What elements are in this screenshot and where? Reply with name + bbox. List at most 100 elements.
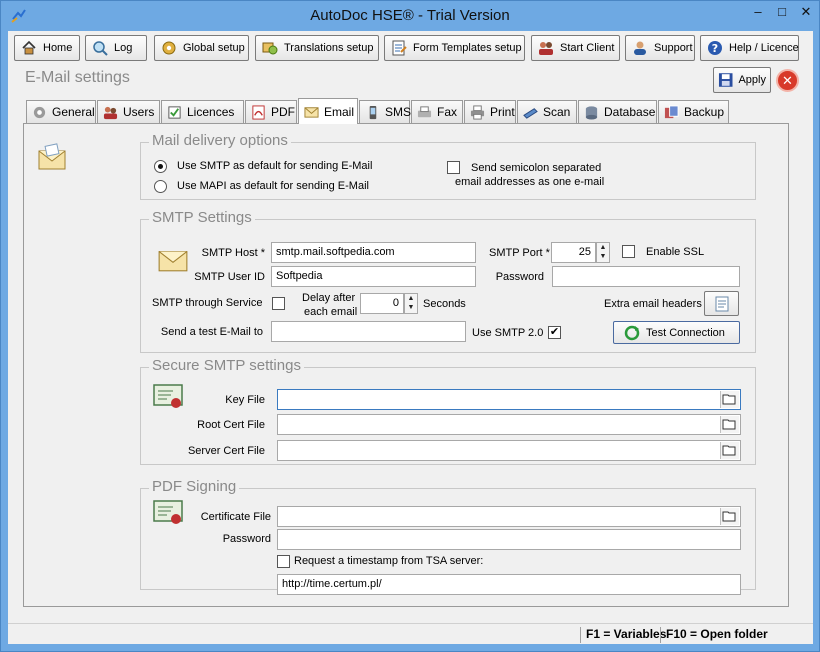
form-templates-setup-label: Form Templates setup <box>413 42 522 54</box>
tab-sms-label: SMS <box>385 105 412 119</box>
certificate-browse-button[interactable] <box>720 508 739 525</box>
smtp-host-input[interactable]: smtp.mail.softpedia.com <box>271 242 476 263</box>
certificate-file-input[interactable] <box>277 506 741 527</box>
tab-email-label: Email <box>324 104 355 119</box>
semicolon-checkbox[interactable] <box>447 161 460 174</box>
server-cert-input[interactable] <box>277 440 741 461</box>
users-icon <box>539 42 553 55</box>
tab-fax-label: Fax <box>437 105 458 119</box>
smtp-password-label: Password <box>495 271 544 283</box>
cancel-button[interactable]: ✕ <box>776 69 799 92</box>
form-templates-setup-button[interactable]: Form Templates setup <box>384 35 525 61</box>
form-template-icon <box>392 40 407 56</box>
smtp-user-input[interactable]: Softpedia <box>271 266 476 287</box>
tab-email[interactable]: Email <box>298 98 358 124</box>
tab-database[interactable]: Database <box>578 100 657 123</box>
smtp-port-spinner[interactable]: ▲ ▼ <box>596 242 610 263</box>
folder-open-icon <box>722 419 736 430</box>
apply-button[interactable]: Apply <box>713 67 771 93</box>
use-smtp2-checkbox[interactable]: ✔ <box>548 326 561 339</box>
client-area: Home Log Global setup Translations setup… <box>8 31 813 644</box>
tab-general-label: General <box>52 105 95 119</box>
log-label: Log <box>114 42 133 54</box>
extra-headers-button[interactable] <box>704 291 739 316</box>
email-settings-panel: Mail delivery options Use SMTP as defaul… <box>23 123 789 607</box>
root-cert-label: Root Cert File <box>197 419 265 431</box>
secure-smtp-group: Secure SMTP settings Key File Root Cert … <box>140 357 756 465</box>
smtp-port-label: SMTP Port * <box>489 247 550 259</box>
home-icon <box>22 40 36 55</box>
database-icon <box>585 105 598 120</box>
global-setup-button[interactable]: Global setup <box>154 35 249 61</box>
tsa-timestamp-label: Request a timestamp from TSA server: <box>294 555 484 567</box>
home-button[interactable]: Home <box>14 35 80 61</box>
tsa-url-input[interactable]: http://time.certum.pl/ <box>277 574 741 595</box>
backup-icon <box>664 104 679 118</box>
start-client-button[interactable]: Start Client <box>531 35 620 61</box>
tab-database-label: Database <box>604 105 656 119</box>
support-button[interactable]: Support <box>625 35 695 61</box>
tab-backup[interactable]: Backup <box>658 100 729 123</box>
pdf-icon <box>252 104 265 120</box>
title-bar[interactable]: AutoDoc HSE® - Trial Version – □ ✕ <box>1 1 819 31</box>
key-file-label: Key File <box>225 394 265 406</box>
mail-delivery-title: Mail delivery options <box>149 132 291 149</box>
secure-smtp-title: Secure SMTP settings <box>149 357 304 374</box>
minimize-button[interactable]: – <box>745 2 771 22</box>
test-connection-button[interactable]: Test Connection <box>613 321 740 344</box>
use-smtp-label: Use SMTP as default for sending E-Mail <box>177 160 373 172</box>
help-icon: ? <box>708 41 722 55</box>
pdf-signing-title: PDF Signing <box>149 478 240 495</box>
pdf-password-input[interactable] <box>277 529 741 550</box>
email-envelope-icon <box>38 143 66 170</box>
smtp-through-service-checkbox[interactable] <box>272 297 285 310</box>
test-connection-label: Test Connection <box>646 326 725 339</box>
use-smtp-radio[interactable] <box>154 160 167 173</box>
tab-pdf[interactable]: PDF <box>245 100 297 123</box>
root-cert-browse-button[interactable] <box>720 416 739 433</box>
log-button[interactable]: Log <box>85 35 147 61</box>
use-smtp2-label: Use SMTP 2.0 <box>472 327 544 339</box>
help-licence-label: Help / Licence <box>729 42 799 54</box>
scroll-document-icon <box>715 296 729 312</box>
key-file-input[interactable] <box>277 389 741 410</box>
tab-general[interactable]: General <box>26 100 96 123</box>
translations-setup-button[interactable]: Translations setup <box>255 35 379 61</box>
delay-label-line1: Delay after <box>302 292 356 304</box>
tab-scan-label: Scan <box>543 105 571 119</box>
tab-licences[interactable]: Licences <box>161 100 244 123</box>
delay-spinner[interactable]: ▲ ▼ <box>404 293 418 314</box>
close-window-button[interactable]: ✕ <box>793 2 819 22</box>
use-mapi-radio[interactable] <box>154 180 167 193</box>
tab-users[interactable]: Users <box>97 100 160 123</box>
gear-icon <box>162 41 176 55</box>
tab-sms[interactable]: SMS <box>359 100 412 123</box>
licence-icon <box>168 105 181 119</box>
key-file-browse-button[interactable] <box>720 391 739 408</box>
tab-pdf-label: PDF <box>271 105 295 119</box>
help-licence-button[interactable]: ? Help / Licence <box>700 35 799 61</box>
test-email-input[interactable] <box>271 321 466 342</box>
smtp-through-service-label: SMTP through Service <box>152 297 263 309</box>
status-bar: F1 = Variables F10 = Open folder <box>8 623 813 644</box>
delay-input[interactable]: 0 <box>360 293 404 314</box>
tsa-timestamp-checkbox[interactable] <box>277 555 290 568</box>
test-email-label: Send a test E-Mail to <box>160 326 263 338</box>
tab-scan[interactable]: Scan <box>517 100 577 123</box>
pdf-password-label: Password <box>222 533 271 545</box>
apply-label: Apply <box>738 74 766 86</box>
tab-fax[interactable]: Fax <box>411 100 463 123</box>
enable-ssl-label: Enable SSL <box>646 246 705 258</box>
enable-ssl-checkbox[interactable] <box>622 245 635 258</box>
fax-icon <box>417 105 432 117</box>
maximize-button[interactable]: □ <box>769 2 795 22</box>
tab-print-label: Print <box>490 105 515 119</box>
tab-print[interactable]: Print <box>464 100 516 123</box>
smtp-port-input[interactable]: 25 <box>551 242 596 263</box>
server-cert-label: Server Cert File <box>187 445 265 457</box>
smtp-password-input[interactable] <box>552 266 740 287</box>
tab-backup-label: Backup <box>684 105 725 119</box>
magnifier-icon <box>93 41 108 56</box>
server-cert-browse-button[interactable] <box>720 442 739 459</box>
root-cert-input[interactable] <box>277 414 741 435</box>
